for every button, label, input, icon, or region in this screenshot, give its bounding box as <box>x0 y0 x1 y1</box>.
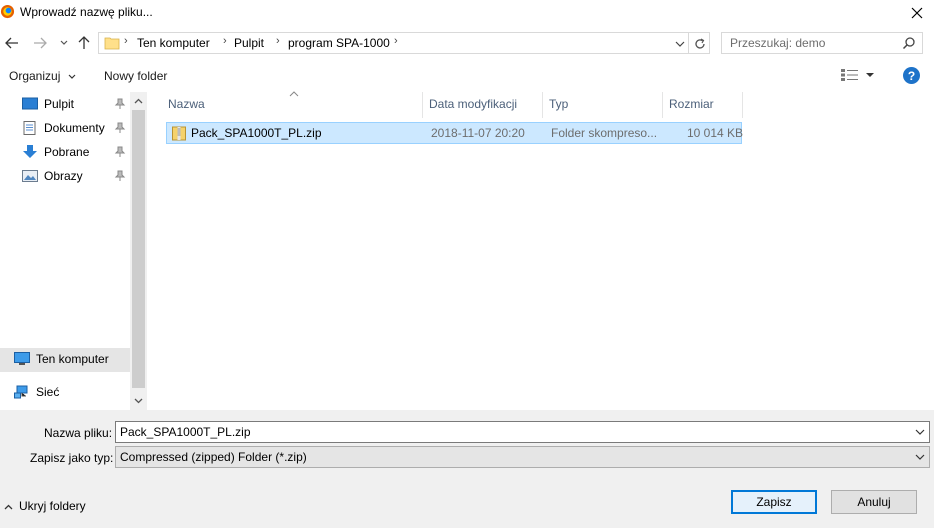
navigation-pane: Pulpit Dokumenty Pobrane Obrazy Ten komp… <box>0 92 130 410</box>
sidebar-item-label: Dokumenty <box>44 121 105 135</box>
search-placeholder: Przeszukaj: demo <box>730 36 826 50</box>
pin-icon[interactable] <box>114 170 126 182</box>
recent-locations-button[interactable] <box>54 32 74 54</box>
column-header-name[interactable]: Nazwa <box>162 92 423 118</box>
file-list: Nazwa Data modyfikacji Typ Rozmiar Pack_… <box>147 91 934 410</box>
chevron-up-icon <box>4 504 13 510</box>
breadcrumb-separator: › <box>124 35 128 47</box>
sidebar-item-this-pc[interactable]: Ten komputer <box>0 348 130 372</box>
table-row[interactable]: Pack_SPA1000T_PL.zip 2018-11-07 20:20 Fo… <box>166 122 744 144</box>
address-divider <box>688 33 689 53</box>
back-button[interactable] <box>2 32 22 54</box>
breadcrumb-desktop[interactable]: Pulpit <box>234 36 264 50</box>
sidebar-item-downloads[interactable]: Pobrane <box>0 141 130 163</box>
filetype-label: Zapisz jako typ: <box>30 451 114 465</box>
column-header-modified[interactable]: Data modyfikacji <box>423 92 543 118</box>
breadcrumb-spa-folder[interactable]: program SPA-1000 <box>288 36 390 50</box>
chevron-down-icon <box>68 74 76 79</box>
address-bar[interactable]: › Ten komputer › Pulpit › program SPA-10… <box>98 32 710 54</box>
up-button[interactable] <box>74 32 94 54</box>
hide-folders-button[interactable]: Ukryj foldery <box>4 499 86 513</box>
breadcrumb-separator: › <box>394 35 398 47</box>
breadcrumb-this-pc[interactable]: Ten komputer <box>137 36 210 50</box>
new-folder-button[interactable]: Nowy folder <box>104 69 167 83</box>
sidebar-item-label: Pobrane <box>44 145 90 159</box>
filename-field[interactable]: Pack_SPA1000T_PL.zip <box>115 421 930 443</box>
hide-folders-label: Ukryj foldery <box>19 499 86 513</box>
breadcrumb-separator: › <box>276 35 280 47</box>
sidebar-scrollbar[interactable] <box>130 92 147 410</box>
search-icon[interactable] <box>902 36 916 50</box>
breadcrumb-separator: › <box>223 35 227 47</box>
forward-arrow-icon <box>34 37 47 49</box>
filetype-select[interactable]: Compressed (zipped) Folder (*.zip) <box>115 446 930 468</box>
file-name: Pack_SPA1000T_PL.zip <box>191 126 322 140</box>
column-header-size[interactable]: Rozmiar <box>663 92 743 118</box>
close-icon <box>911 7 923 19</box>
desktop-icon <box>22 97 38 110</box>
forward-button[interactable] <box>30 32 50 54</box>
chevron-down-icon <box>60 40 68 45</box>
downloads-icon <box>23 145 37 158</box>
chevron-down-icon <box>134 398 143 403</box>
firefox-icon <box>0 4 15 19</box>
filetype-value: Compressed (zipped) Folder (*.zip) <box>120 450 307 464</box>
chevron-up-icon <box>134 98 143 103</box>
pin-icon[interactable] <box>114 146 126 158</box>
close-button[interactable] <box>900 0 934 26</box>
zip-folder-icon <box>172 126 186 141</box>
cancel-button[interactable]: Anuluj <box>831 490 917 514</box>
network-icon <box>14 385 28 399</box>
file-size: 10 014 KB <box>687 126 744 140</box>
help-icon[interactable]: ? <box>903 67 920 84</box>
save-button[interactable]: Zapisz <box>731 490 817 514</box>
pictures-icon <box>22 170 38 182</box>
sidebar-item-pictures[interactable]: Obrazy <box>0 165 130 187</box>
folder-icon <box>104 37 120 50</box>
scroll-up-button[interactable] <box>130 92 147 109</box>
filename-label: Nazwa pliku: <box>44 426 113 440</box>
command-toolbar: Organizuj Nowy folder <box>0 62 934 90</box>
column-header-type[interactable]: Typ <box>543 92 663 118</box>
scroll-down-button[interactable] <box>130 392 147 409</box>
organize-label: Organizuj <box>9 69 61 83</box>
search-input[interactable]: Przeszukaj: demo <box>721 32 923 54</box>
column-header-label: Typ <box>549 97 569 111</box>
pin-icon[interactable] <box>114 122 126 134</box>
sidebar-item-label: Ten komputer <box>36 352 109 366</box>
view-dropdown-icon[interactable] <box>865 70 875 80</box>
view-options-icon[interactable] <box>840 68 860 82</box>
column-header-label: Data modyfikacji <box>429 97 518 111</box>
computer-icon <box>14 352 30 365</box>
sidebar-item-network[interactable]: Sieć <box>0 381 130 403</box>
sidebar-item-documents[interactable]: Dokumenty <box>0 117 130 139</box>
documents-icon <box>23 121 36 135</box>
organize-button[interactable]: Organizuj <box>9 69 76 83</box>
address-dropdown-icon[interactable] <box>672 36 688 52</box>
back-arrow-icon <box>5 37 18 49</box>
sidebar-item-desktop[interactable]: Pulpit <box>0 93 130 115</box>
chevron-down-icon <box>915 454 925 460</box>
chevron-down-icon[interactable] <box>914 426 926 438</box>
file-modified: 2018-11-07 20:20 <box>431 126 525 140</box>
title-bar: Wprowadź nazwę pliku... <box>0 0 934 26</box>
refresh-icon[interactable] <box>692 36 708 52</box>
pin-icon[interactable] <box>114 98 126 110</box>
column-header-label: Nazwa <box>168 97 205 111</box>
column-header-label: Rozmiar <box>669 97 714 111</box>
window-title: Wprowadź nazwę pliku... <box>20 5 153 19</box>
scroll-thumb[interactable] <box>132 110 145 388</box>
file-type: Folder skompreso... <box>551 126 658 140</box>
sidebar-item-label: Pulpit <box>44 97 75 111</box>
filename-value: Pack_SPA1000T_PL.zip <box>120 425 251 439</box>
sidebar-item-label: Obrazy <box>44 169 83 183</box>
sidebar-item-label: Sieć <box>36 385 60 399</box>
up-arrow-icon <box>78 36 90 49</box>
